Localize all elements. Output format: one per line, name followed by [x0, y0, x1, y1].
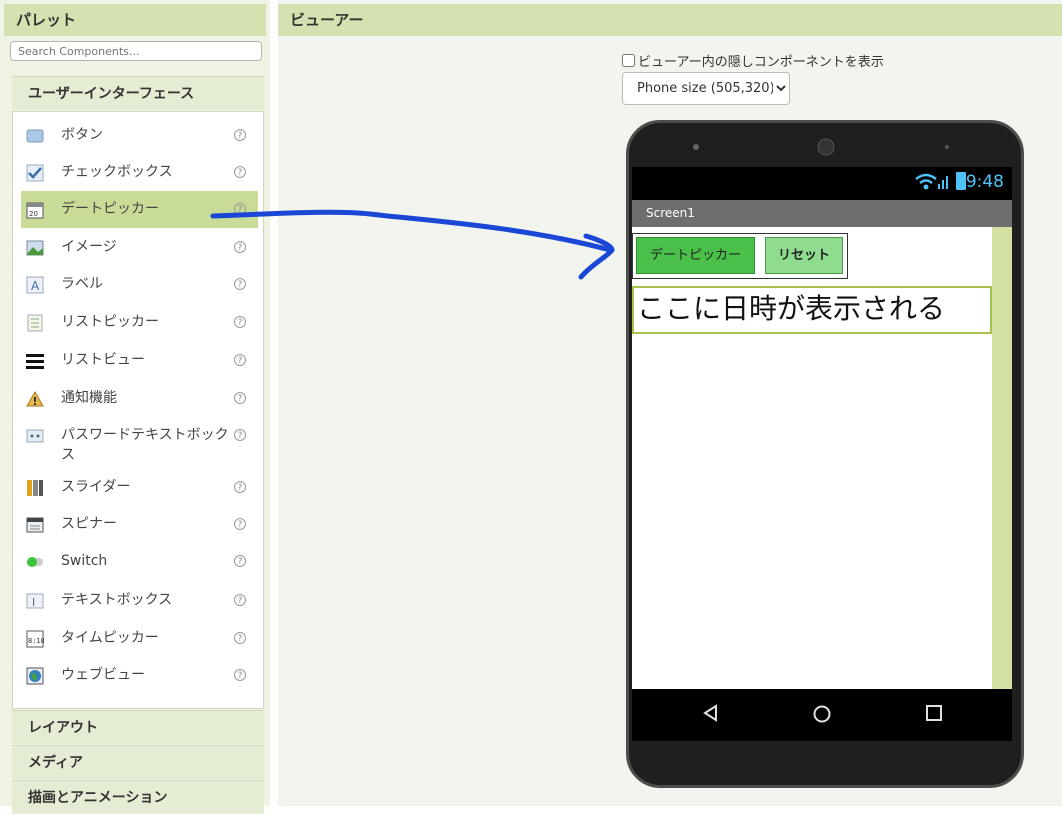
status-bar: 9:48	[632, 167, 1012, 200]
wifi-signal-icon	[914, 171, 948, 196]
palette-item-label: スピナー	[61, 516, 117, 532]
palette-item-label: ラベル	[61, 276, 103, 292]
calendar-icon: 20	[26, 201, 44, 219]
reset-button[interactable]: リセット	[765, 237, 843, 274]
palette-item-label: リストビュー	[61, 352, 145, 368]
help-icon[interactable]: ?	[234, 594, 246, 606]
svg-text:I: I	[32, 596, 35, 609]
palette-item-image[interactable]: イメージ ?	[21, 229, 258, 266]
help-icon[interactable]: ?	[234, 555, 246, 567]
show-hidden-components-checkbox[interactable]: ビューアー内の隠しコンポーネントを表示	[622, 51, 884, 70]
image-icon	[26, 239, 44, 257]
spinner-icon	[26, 516, 44, 534]
checkbox-icon	[26, 164, 44, 182]
help-icon[interactable]: ?	[234, 241, 246, 253]
viewer-title: ビューアー	[278, 4, 1062, 36]
screen-title-bar: Screen1	[632, 200, 1012, 227]
palette-item-label: イメージ	[61, 239, 117, 255]
palette-item-notifier[interactable]: 通知機能 ?	[21, 380, 258, 417]
palette-item-timepicker[interactable]: 8:10 タイムピッカー ?	[21, 620, 258, 657]
category-drawing-animation[interactable]: 描画とアニメーション	[12, 780, 264, 814]
recents-icon[interactable]	[925, 704, 943, 727]
battery-icon	[956, 172, 966, 190]
help-icon[interactable]: ?	[234, 316, 246, 328]
palette-title: パレット	[4, 4, 266, 36]
palette-item-label: Switch	[61, 553, 108, 569]
palette-item-label: タイムピッカー	[61, 630, 159, 646]
palette-item-label: パスワードテキストボックス	[61, 427, 229, 463]
help-icon[interactable]: ?	[234, 481, 246, 493]
palette-item-label: ウェブビュー	[61, 667, 145, 683]
help-icon[interactable]: ?	[234, 632, 246, 644]
component-list: ボタン ? チェックボックス ? 20 デートピッカー ? イメージ ? A ラ…	[12, 111, 264, 709]
category-user-interface[interactable]: ユーザーインターフェース	[12, 76, 264, 110]
palette-item-label: スライダー	[61, 479, 131, 495]
help-icon[interactable]: ?	[234, 129, 246, 141]
phone-size-select[interactable]: Phone size (505,320)	[622, 72, 790, 105]
clock-icon: 8:10	[26, 630, 44, 648]
palette-item-label: ボタン	[61, 127, 103, 143]
palette-item-spinner[interactable]: スピナー ?	[21, 506, 258, 543]
textbox-icon: I	[26, 592, 44, 610]
category-media[interactable]: メディア	[12, 745, 264, 779]
palette-item-passwordtextbox[interactable]: パスワードテキストボックス ?	[21, 417, 258, 467]
password-icon	[26, 427, 44, 445]
palette-item-label: デートピッカー	[61, 201, 159, 217]
palette-item-datepicker[interactable]: 20 デートピッカー ?	[21, 191, 258, 228]
svg-text:8:10: 8:10	[28, 637, 44, 645]
button-icon	[26, 127, 44, 145]
help-icon[interactable]: ?	[234, 392, 246, 404]
toggle-switch-icon	[26, 553, 44, 571]
palette-item-label: テキストボックス	[61, 592, 173, 608]
help-icon[interactable]: ?	[234, 354, 246, 366]
slider-icon	[26, 479, 44, 497]
android-nav-bar	[632, 689, 1012, 741]
palette-item-label: チェックボックス	[61, 164, 173, 180]
back-icon[interactable]	[702, 704, 720, 727]
show-hidden-checkbox-input[interactable]	[622, 54, 635, 67]
label-a-icon: A	[26, 276, 44, 294]
warning-icon	[26, 390, 44, 408]
show-hidden-label: ビューアー内の隠しコンポーネントを表示	[638, 55, 884, 70]
palette-item-label: 通知機能	[61, 390, 117, 406]
palette-item-label: リストピッカー	[61, 314, 159, 330]
help-icon[interactable]: ?	[234, 278, 246, 290]
list-picker-icon	[26, 314, 44, 332]
palette-item-label-component[interactable]: A ラベル ?	[21, 266, 258, 303]
screen-scrollbar[interactable]	[992, 227, 1012, 689]
palette-item-checkbox[interactable]: チェックボックス ?	[21, 154, 258, 191]
category-layout[interactable]: レイアウト	[12, 710, 264, 744]
svg-text:A: A	[31, 279, 40, 293]
datepicker-button[interactable]: デートピッカー	[636, 237, 755, 274]
datetime-label[interactable]: ここに日時が表示される	[632, 286, 992, 334]
palette-item-webviewer[interactable]: ウェブビュー ?	[21, 657, 258, 694]
palette-item-button[interactable]: ボタン ?	[21, 117, 258, 154]
palette-item-switch[interactable]: Switch ?	[21, 543, 258, 580]
palette-item-listpicker[interactable]: リストピッカー ?	[21, 304, 258, 341]
help-icon[interactable]: ?	[234, 166, 246, 178]
search-components-input[interactable]	[10, 41, 262, 61]
list-view-icon	[26, 352, 44, 370]
palette-item-slider[interactable]: スライダー ?	[21, 469, 258, 506]
help-icon[interactable]: ?	[234, 429, 246, 441]
palette-panel: パレット ユーザーインターフェース ボタン ? チェックボックス ? 20 デー…	[0, 0, 270, 814]
svg-text:20: 20	[29, 210, 38, 218]
home-icon[interactable]	[812, 704, 832, 729]
panel-divider	[270, 0, 278, 806]
palette-item-listview[interactable]: リストビュー ?	[21, 342, 258, 379]
palette-item-textbox[interactable]: I テキストボックス ?	[21, 582, 258, 619]
help-icon[interactable]: ?	[234, 203, 246, 215]
help-icon[interactable]: ?	[234, 669, 246, 681]
globe-icon	[26, 667, 44, 685]
help-icon[interactable]: ?	[234, 518, 246, 530]
status-time: 9:48	[965, 172, 1004, 192]
